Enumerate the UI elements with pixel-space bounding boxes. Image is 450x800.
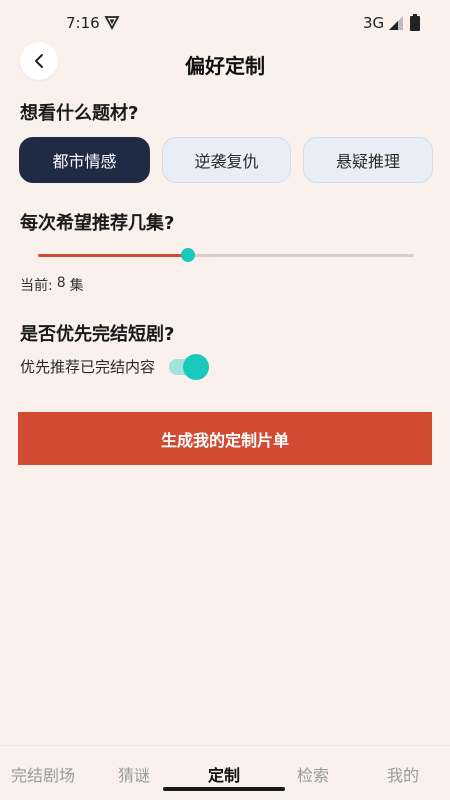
network-type: 3G	[363, 14, 385, 32]
nav-item-mine[interactable]: 我的	[387, 762, 419, 786]
status-time: 7:16	[66, 14, 100, 32]
status-bar: 7:16 3G	[0, 0, 450, 44]
genre-section-title: 想看什么题材?	[20, 103, 139, 124]
battery-icon	[410, 14, 420, 31]
generate-playlist-button[interactable]: 生成我的定制片单	[18, 412, 432, 465]
episodes-slider[interactable]	[38, 245, 414, 265]
nav-item-customize[interactable]: 定制	[208, 762, 240, 786]
nav-item-riddles[interactable]: 猜谜	[118, 762, 150, 786]
current-value: 8	[56, 275, 66, 291]
nav-item-completed-theater[interactable]: 完结剧场	[11, 762, 75, 786]
completed-toggle-switch[interactable]	[169, 353, 210, 380]
current-unit: 集	[69, 278, 84, 294]
completed-toggle-label: 优先推荐已完结内容	[20, 358, 156, 376]
shield-icon	[104, 16, 120, 30]
genre-chip-urban-romance[interactable]: 都市情感	[19, 137, 150, 183]
preference-screen: 7:16 3G 偏好定制 想看什么题材? 都市情感 逆袭复仇 悬疑推理 每次希望…	[0, 0, 450, 800]
slider-thumb[interactable]	[181, 248, 196, 262]
nav-item-search[interactable]: 检索	[297, 762, 329, 786]
genre-chip-revenge[interactable]: 逆袭复仇	[162, 137, 291, 183]
episodes-section-title: 每次希望推荐几集?	[20, 213, 175, 234]
page-title: 偏好定制	[185, 54, 265, 78]
bottom-nav: 完结剧场 猜谜 定制 检索 我的	[0, 745, 450, 800]
completed-toggle-row: 优先推荐已完结内容	[20, 353, 210, 380]
genre-chip-mystery[interactable]: 悬疑推理	[303, 137, 433, 183]
toggle-knob	[183, 353, 210, 380]
signal-icon	[389, 16, 403, 30]
completed-section-title: 是否优先完结短剧?	[20, 324, 175, 345]
home-indicator	[163, 787, 285, 791]
current-episodes-readout: 当前: 8 集	[20, 275, 84, 295]
current-label: 当前:	[20, 278, 53, 294]
slider-fill	[38, 254, 189, 257]
